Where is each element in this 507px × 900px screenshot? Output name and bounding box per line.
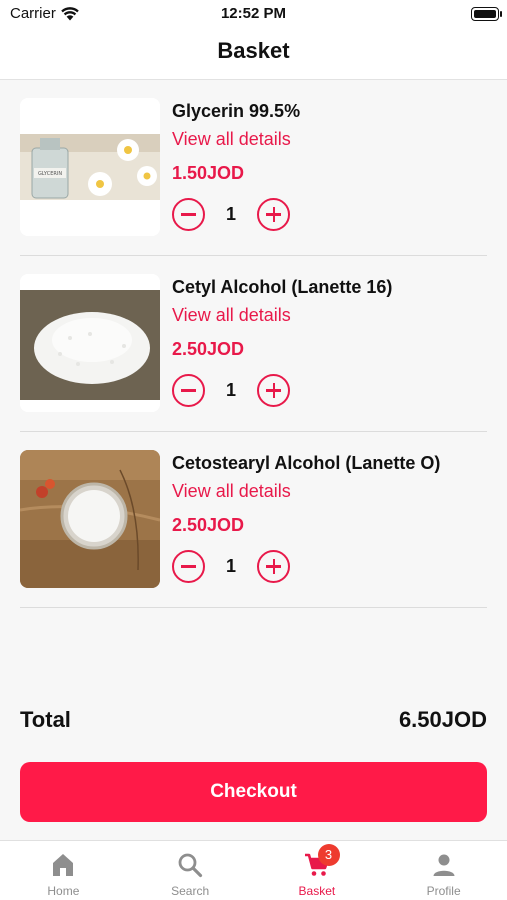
basket-list: GLYCERIN Glycerin 99.5% View all details… <box>20 80 487 608</box>
status-time: 12:52 PM <box>220 5 287 22</box>
total-row: Total 6.50JOD <box>20 704 487 736</box>
product-image-cetyl-alcohol[interactable] <box>20 274 160 412</box>
tab-label: Home <box>47 884 80 898</box>
product-price: 1.50JOD <box>172 163 245 183</box>
person-icon <box>433 854 455 876</box>
tab-label: Search <box>171 884 210 898</box>
quantity-stepper: 1 <box>172 197 290 231</box>
quantity-stepper: 1 <box>172 373 290 407</box>
product-price: 2.50JOD <box>172 515 245 535</box>
minus-icon <box>181 565 196 568</box>
tab-profile[interactable]: Profile <box>380 841 507 900</box>
quantity-value: 1 <box>225 203 236 224</box>
increase-quantity-button[interactable] <box>257 373 290 407</box>
decrease-quantity-button[interactable] <box>172 197 205 231</box>
tab-bar: Home Search 3 Basket Profile <box>0 840 507 900</box>
decrease-quantity-button[interactable] <box>172 373 205 407</box>
decrease-quantity-button[interactable] <box>172 549 205 583</box>
tab-search[interactable]: Search <box>127 841 254 900</box>
product-name: Cetyl Alcohol (Lanette 16) <box>172 277 393 297</box>
product-image-glycerin[interactable]: GLYCERIN <box>20 98 160 236</box>
status-bar: Carrier 12:52 PM <box>0 0 507 30</box>
battery-icon <box>471 7 502 21</box>
navigation-bar: Basket <box>0 30 507 80</box>
checkout-button[interactable]: Checkout <box>20 762 487 822</box>
view-details-link[interactable]: View all details <box>172 481 291 502</box>
cart-count-badge: 3 <box>317 844 340 866</box>
quantity-value: 1 <box>225 555 236 576</box>
quantity-value: 1 <box>225 379 236 400</box>
search-icon <box>178 853 203 878</box>
tab-home[interactable]: Home <box>0 841 127 900</box>
quantity-stepper: 1 <box>172 549 290 583</box>
minus-icon <box>181 389 196 392</box>
product-name: Cetostearyl Alcohol (Lanette O) <box>172 453 441 473</box>
total-label: Total <box>20 707 71 732</box>
increase-quantity-button[interactable] <box>257 197 290 231</box>
basket-item: Cetyl Alcohol (Lanette 16) View all deta… <box>20 256 487 432</box>
svg-text:GLYCERIN: GLYCERIN <box>38 171 62 177</box>
home-icon <box>53 854 74 876</box>
product-name: Glycerin 99.5% <box>172 101 301 121</box>
basket-item: GLYCERIN Glycerin 99.5% View all details… <box>20 80 487 256</box>
view-details-link[interactable]: View all details <box>172 129 291 150</box>
view-details-link[interactable]: View all details <box>172 305 291 326</box>
total-value: 6.50JOD <box>398 707 487 732</box>
tab-label: Profile <box>426 884 461 898</box>
product-image-cetostearyl-alcohol[interactable] <box>20 450 160 588</box>
increase-quantity-button[interactable] <box>257 549 290 583</box>
tab-basket[interactable]: 3 Basket <box>254 841 381 900</box>
basket-item: Cetostearyl Alcohol (Lanette O) View all… <box>20 432 487 608</box>
product-price: 2.50JOD <box>172 339 245 359</box>
page-title: Basket <box>217 38 290 63</box>
minus-icon <box>181 213 196 216</box>
tab-label: Basket <box>298 884 336 898</box>
